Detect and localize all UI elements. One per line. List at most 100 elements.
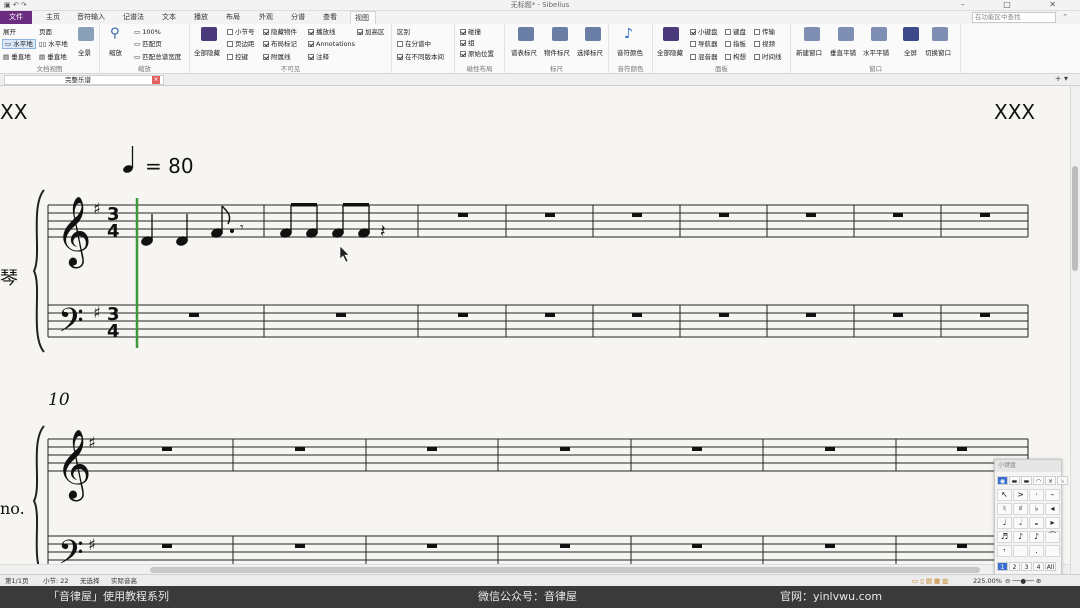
keypad-accent-icon[interactable]: > [1013,489,1028,501]
check-keypad[interactable]: 小键盘 [690,28,718,36]
panorama-button[interactable]: 全景 [78,47,91,57]
hide-all-panels-button[interactable]: 全部隐藏 [657,47,683,57]
view-vertical-button[interactable]: ▤ 垂直地 [3,53,31,61]
check-fretboard[interactable]: 指板 [725,40,746,48]
close-button[interactable]: ✕ [1049,0,1074,9]
keypad-tab-3[interactable]: 3 [1021,562,1032,571]
check-navigator[interactable]: 导航器 [690,40,718,48]
collapse-ribbon-icon[interactable]: ⌃ [1062,13,1068,21]
check-between-versions[interactable]: 在不同版本间 [397,53,444,61]
vertical-scrollbar[interactable] [1070,86,1080,574]
window-controls[interactable]: – □ ✕ [961,0,1074,9]
check-original-position[interactable]: 原始位置 [460,50,494,58]
check-annotations[interactable]: Annotations [308,40,355,48]
keypad-rest-icon[interactable]: 𝄾 [997,545,1012,557]
keypad-tab-all[interactable]: All [1045,562,1056,571]
keypad-natural-icon[interactable]: ♮ [997,503,1012,515]
note-colors-button[interactable]: 音符颜色 [617,47,643,57]
horizontal-scroll-thumb[interactable] [150,567,980,573]
object-ruler-button[interactable]: 物件标尺 [544,47,570,57]
maximize-button[interactable]: □ [1003,0,1029,9]
view-page-button[interactable]: 页面 [39,28,52,36]
check-comments[interactable]: 注释 [308,53,329,61]
keypad-forward-icon[interactable]: ▸ [1045,517,1060,529]
tab-file[interactable]: 文件 [0,11,32,24]
check-collisions[interactable]: 碰撞 [460,28,481,36]
check-playback-line[interactable]: 播放线 [308,28,336,36]
tab-appearance[interactable]: 外观 [255,11,277,24]
fit-score-width-button[interactable]: ▭ 匹配总谱宽度 [134,53,181,61]
zoom-button[interactable]: 缩放 [109,47,122,57]
keypad-layout-beams[interactable]: ▬ [1021,476,1032,485]
check-mixer[interactable]: 混音器 [690,53,718,61]
keypad-panel[interactable]: 小键盘 ◉ ▬ ▬ ◠ × ♭ ↖ > · – ♮ ♯ ♭ ◂ ♩ 𝅗𝅥 𝅝 ▸… [994,459,1068,579]
keypad-flat-icon[interactable]: ♭ [1029,503,1044,515]
tab-review[interactable]: 查看 [319,11,341,24]
keypad-layout-notes[interactable]: ▬ [1009,476,1020,485]
view-vertical-alt-button[interactable]: ▤ 垂直地 [39,53,67,61]
tile-vertical-button[interactable]: 垂直平铺 [830,47,856,57]
tab-parts[interactable]: 分谱 [287,11,309,24]
tab-home[interactable]: 主页 [42,11,64,24]
check-page-margins[interactable]: 页边距 [227,40,255,48]
keypad-whole-note-icon[interactable]: 𝅝 [1029,517,1044,529]
keypad-tie-icon[interactable]: ⁀ [1045,531,1060,543]
horizontal-scrollbar[interactable] [0,564,1070,574]
zoom-100-button[interactable]: ▭ 100% [134,28,161,36]
tab-view[interactable]: 视图 [350,11,376,24]
keypad-eighth-alt-icon[interactable]: ♪ [1029,531,1044,543]
tab-text[interactable]: 文本 [158,11,180,24]
check-handles[interactable]: 控键 [227,53,248,61]
check-hidden-objects[interactable]: 隐藏物件 [263,28,297,36]
keypad-tab-4[interactable]: 4 [1033,562,1044,571]
minimize-button[interactable]: – [961,0,983,9]
tab-play[interactable]: 播放 [190,11,212,24]
keypad-layout-articulations[interactable]: ◠ [1033,476,1044,485]
keypad-quarter-note-icon[interactable]: ♩ [997,517,1012,529]
check-layout-marks[interactable]: 布局标记 [263,40,297,48]
check-video[interactable]: 视频 [754,40,775,48]
check-attachment-lines[interactable]: 附属线 [263,53,291,61]
tile-horizontal-button[interactable]: 水平平铺 [863,47,889,57]
keypad-sharp-icon[interactable]: ♯ [1013,503,1028,515]
keypad-staccato-icon[interactable]: · [1029,489,1044,501]
check-in-parts[interactable]: 在分谱中 [397,40,431,48]
view-horizontal-button[interactable]: ▭ 水平地 [2,39,36,49]
fit-page-button[interactable]: ▭ 匹配页 [134,40,162,48]
vertical-scroll-thumb[interactable] [1072,166,1078,271]
hide-all-invisibles-button[interactable]: 全部隐藏 [194,47,220,57]
score-canvas[interactable]: XX XXX = 80 琴 10 no. 𝄞 𝄢 ♯ ♯ 3 4 3 4 𝄞 𝄢… [0,86,1070,574]
keypad-tenuto-icon[interactable]: – [1045,489,1060,501]
check-transport[interactable]: 传输 [754,28,775,36]
keypad-tab-2[interactable]: 2 [1009,562,1020,571]
check-timeline[interactable]: 时间线 [754,53,782,61]
document-tab-full-score[interactable]: 完整乐谱 × [4,75,164,85]
close-tab-icon[interactable]: × [152,76,160,84]
keypad-layout-common[interactable]: ◉ [997,476,1008,485]
switch-window-button[interactable]: 切换窗口 [925,47,951,57]
full-screen-button[interactable]: 全屏 [904,47,917,57]
keypad-tab-1[interactable]: 1 [997,562,1008,571]
keypad-layout-accidentals[interactable]: ♭ [1057,476,1068,485]
view-horizontal-alt-button[interactable]: ▯▯ 水平地 [39,40,68,48]
keypad-eighth-note-icon[interactable]: ♪ [1013,531,1028,543]
new-window-button[interactable]: 新建窗口 [796,47,822,57]
keypad-dot-icon[interactable]: . [1029,545,1044,557]
tab-note-input[interactable]: 音符输入 [73,11,109,24]
ribbon-search-input[interactable]: 在功能区中查找 [972,12,1056,23]
selection-ruler-button[interactable]: 选择标尺 [577,47,603,57]
view-spreads-button[interactable]: 展开 [3,28,16,36]
check-ideas[interactable]: 构想 [725,53,746,61]
keypad-half-note-icon[interactable]: 𝅗𝅥 [1013,517,1028,529]
check-groups[interactable]: 组 [460,39,475,47]
add-tab-icon[interactable]: + ▾ [1055,74,1068,83]
staff-ruler-button[interactable]: 谱表标尺 [511,47,537,57]
keypad-rewind-icon[interactable]: ◂ [1045,503,1060,515]
keypad-sixteenth-note-icon[interactable]: ♬ [997,531,1012,543]
keypad-layout-tremolo[interactable]: × [1045,476,1056,485]
keypad-select-icon[interactable]: ↖ [997,489,1012,501]
tab-notation[interactable]: 记谱法 [119,11,148,24]
check-bar-numbers[interactable]: 小节号 [227,28,255,36]
tab-layout[interactable]: 布局 [222,11,244,24]
check-keyboard[interactable]: 键盘 [725,28,746,36]
